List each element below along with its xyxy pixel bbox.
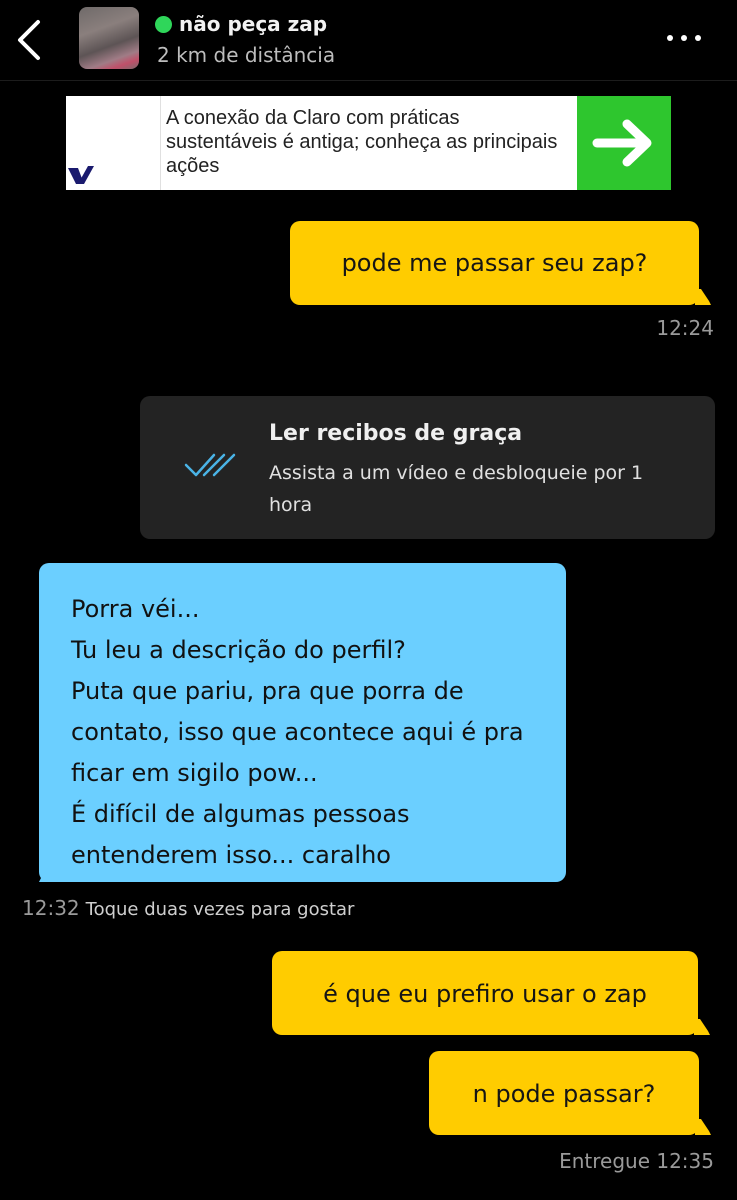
- double-check-icon: [184, 451, 236, 481]
- bubble-tail: [695, 1119, 711, 1135]
- read-receipts-promo[interactable]: Ler recibos de graça Assista a um vídeo …: [140, 396, 715, 539]
- message-text: Porra véi... Tu leu a descrição do perfi…: [71, 595, 524, 869]
- contact-name[interactable]: não peça zap: [179, 12, 327, 36]
- bubble-tail: [695, 289, 711, 305]
- chat-header: não peça zap 2 km de distância: [0, 0, 737, 81]
- message-meta: 12:32 Toque duas vezes para gostar: [22, 896, 354, 920]
- message-bubble-received[interactable]: Porra véi... Tu leu a descrição do perfi…: [39, 563, 566, 882]
- back-icon[interactable]: [12, 18, 48, 62]
- arrow-right-icon: [592, 119, 652, 167]
- ad-text: A conexão da Claro com práticas sustentá…: [166, 107, 558, 177]
- advertiser-logo-icon: [66, 96, 161, 190]
- promo-title: Ler recibos de graça: [269, 421, 523, 446]
- message-bubble-sent[interactable]: n pode passar?: [429, 1051, 711, 1135]
- more-options-icon[interactable]: [664, 26, 704, 50]
- online-status-icon: [155, 16, 172, 33]
- message-bubble-sent[interactable]: pode me passar seu zap?: [290, 221, 711, 305]
- ad-banner[interactable]: A conexão da Claro com práticas sustentá…: [66, 96, 671, 190]
- bubble-tail: [694, 1019, 710, 1035]
- delivery-status: Entregue 12:35: [559, 1149, 714, 1173]
- message-text: n pode passar?: [472, 1080, 656, 1108]
- avatar[interactable]: [79, 7, 139, 69]
- contact-distance: 2 km de distância: [157, 43, 336, 67]
- bubble-tail: [39, 866, 55, 882]
- message-time: 12:32: [22, 896, 80, 920]
- message-bubble-sent[interactable]: é que eu prefiro usar o zap: [272, 951, 710, 1035]
- message-text: pode me passar seu zap?: [341, 249, 648, 277]
- ad-arrow-button[interactable]: [577, 96, 671, 190]
- message-text: é que eu prefiro usar o zap: [323, 980, 647, 1008]
- promo-subtitle: Assista a um vídeo e desbloqueie por 1 h…: [269, 462, 644, 516]
- message-time: 12:24: [656, 316, 714, 340]
- double-tap-like-hint: Toque duas vezes para gostar: [85, 899, 355, 920]
